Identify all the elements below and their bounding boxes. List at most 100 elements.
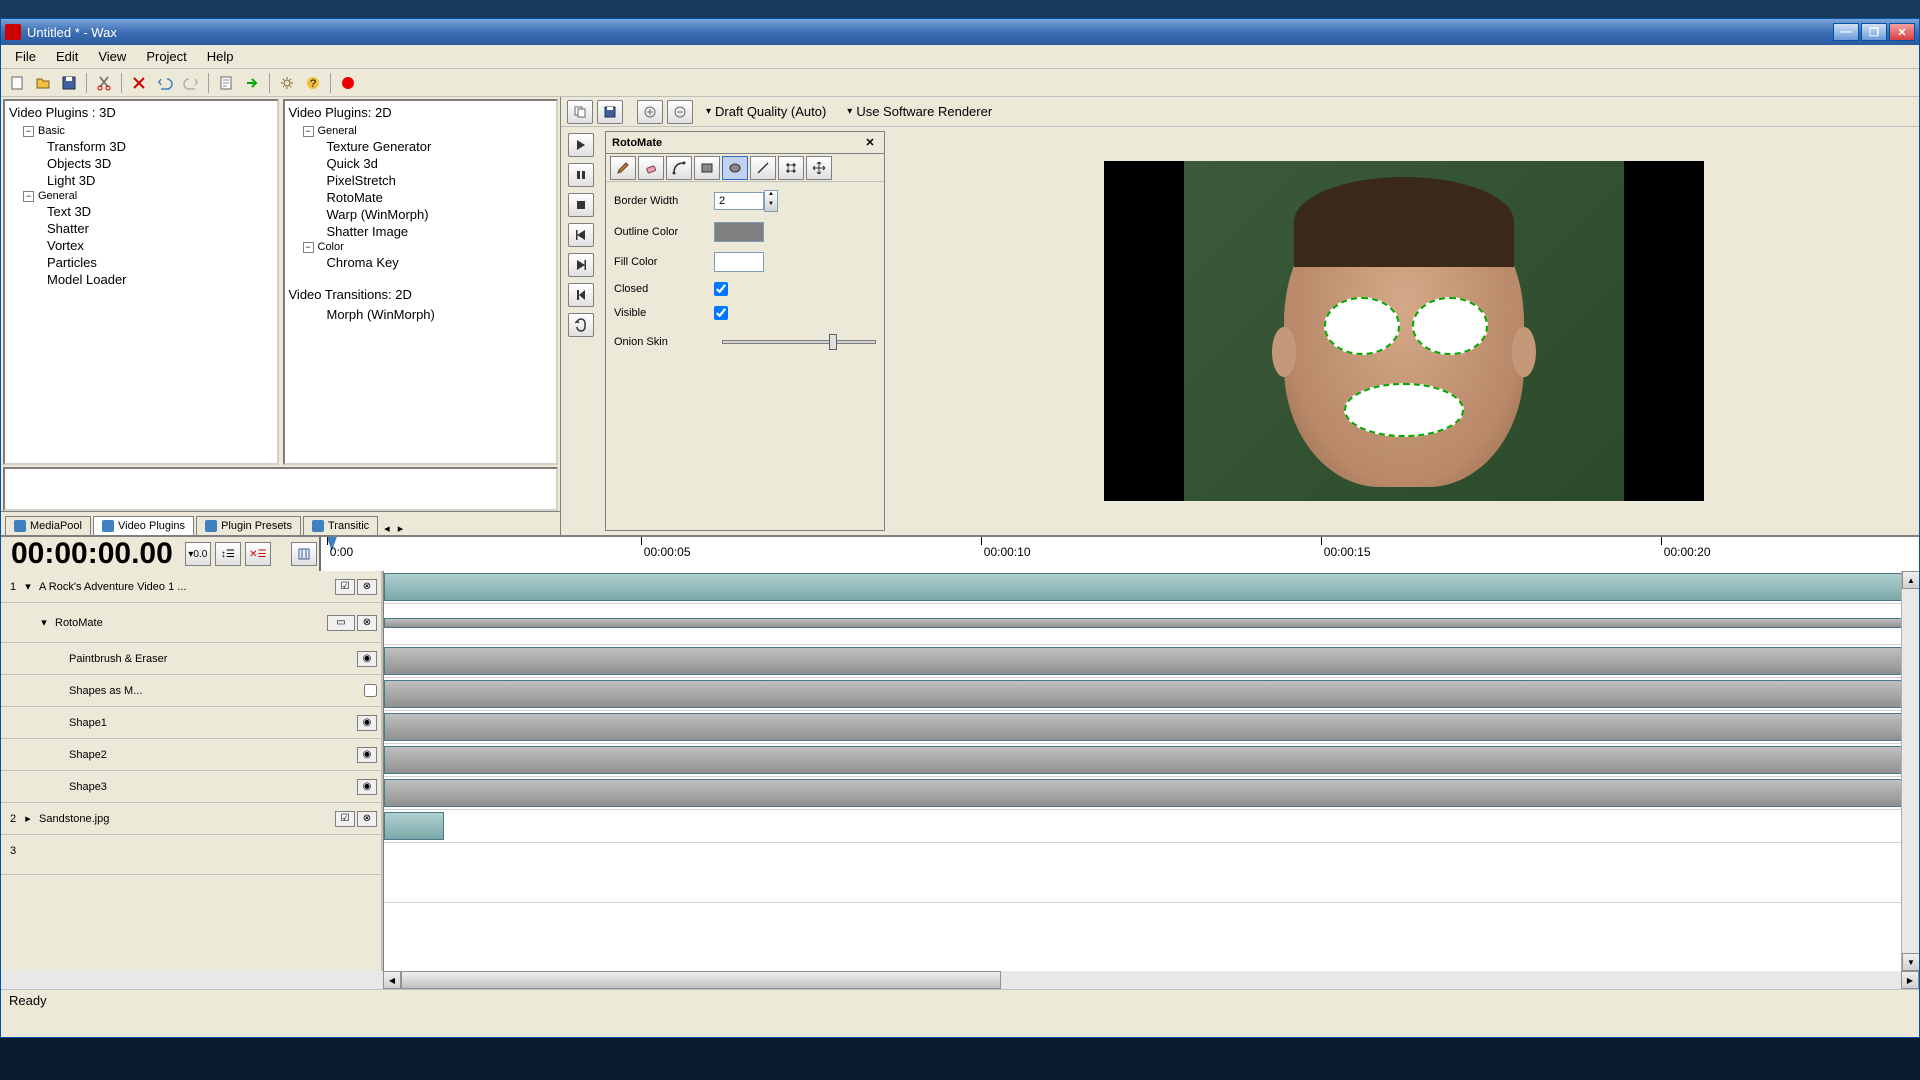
tree-item[interactable]: Objects 3D: [45, 155, 277, 172]
expand-icon[interactable]: ▾: [21, 580, 35, 594]
bezier-tool[interactable]: [666, 156, 692, 180]
timeline-marker-button[interactable]: ↕☰: [215, 542, 241, 566]
border-width-input[interactable]: [714, 192, 764, 210]
sub-clip[interactable]: [384, 713, 1919, 741]
track-delete-button[interactable]: ⊗: [357, 615, 377, 631]
tree-item[interactable]: Quick 3d: [325, 155, 557, 172]
fill-color-swatch[interactable]: [714, 252, 764, 272]
tab-mediapool[interactable]: MediaPool: [5, 516, 91, 535]
eraser-tool[interactable]: [638, 156, 664, 180]
vertical-scrollbar[interactable]: ▲ ▼: [1901, 571, 1919, 971]
sub-clip[interactable]: [384, 647, 1919, 675]
shapes-mask-checkbox[interactable]: [364, 684, 377, 697]
prev-frame-button[interactable]: [568, 223, 594, 247]
roto-shape-eye-right[interactable]: [1412, 297, 1488, 355]
track-keyframe-button[interactable]: ◉: [357, 779, 377, 795]
menu-help[interactable]: Help: [197, 46, 244, 67]
goto-start-button[interactable]: [568, 283, 594, 307]
track-row[interactable]: Paintbrush & Eraser ◉: [1, 643, 381, 675]
delete-button[interactable]: [127, 71, 151, 95]
menu-view[interactable]: View: [88, 46, 136, 67]
cut-button[interactable]: [92, 71, 116, 95]
line-tool[interactable]: [750, 156, 776, 180]
rotomate-close-button[interactable]: ✕: [862, 136, 878, 149]
track-keyframe-button[interactable]: ◉: [357, 651, 377, 667]
settings-button[interactable]: [275, 71, 299, 95]
track-row[interactable]: Shape2 ◉: [1, 739, 381, 771]
track-row[interactable]: Shape3 ◉: [1, 771, 381, 803]
tree-item[interactable]: PixelStretch: [325, 172, 557, 189]
image-clip[interactable]: [384, 812, 444, 840]
render-button[interactable]: [240, 71, 264, 95]
track-edit-button[interactable]: ▭: [327, 615, 355, 631]
tree-item[interactable]: RotoMate: [325, 189, 557, 206]
track-keyframe-button[interactable]: ◉: [357, 747, 377, 763]
track-row[interactable]: ▾ RotoMate ▭ ⊗: [1, 603, 381, 643]
tree-item[interactable]: Shatter: [45, 220, 277, 237]
rect-tool[interactable]: [694, 156, 720, 180]
menu-edit[interactable]: Edit: [46, 46, 88, 67]
menu-file[interactable]: File: [5, 46, 46, 67]
new-button[interactable]: [5, 71, 29, 95]
roto-shape-mouth[interactable]: [1344, 383, 1464, 437]
tracks-content[interactable]: ▲ ▼: [383, 571, 1919, 971]
redo-button[interactable]: [179, 71, 203, 95]
undo-button[interactable]: [153, 71, 177, 95]
tree-item[interactable]: Light 3D: [45, 172, 277, 189]
loop-button[interactable]: [568, 313, 594, 337]
save-button[interactable]: [57, 71, 81, 95]
tab-plugin-presets[interactable]: Plugin Presets: [196, 516, 301, 535]
quality-dropdown[interactable]: Draft Quality (Auto): [697, 101, 834, 122]
open-button[interactable]: [31, 71, 55, 95]
timeline-clear-button[interactable]: ✕☰: [245, 542, 271, 566]
timeline-zoom-button[interactable]: ▾0.0: [185, 542, 211, 566]
tree-item[interactable]: Shatter Image: [325, 223, 557, 240]
track-row[interactable]: Shapes as M...: [1, 675, 381, 707]
horizontal-scrollbar[interactable]: ◀ ▶: [1, 971, 1919, 989]
ellipse-tool[interactable]: [722, 156, 748, 180]
onion-skin-slider[interactable]: [722, 340, 876, 344]
track-row[interactable]: 2 ▸ Sandstone.jpg ☑ ⊗: [1, 803, 381, 835]
move-tool[interactable]: [806, 156, 832, 180]
timeline-snap-button[interactable]: [291, 542, 317, 566]
tree-item[interactable]: Texture Generator: [325, 138, 557, 155]
video-preview[interactable]: [889, 127, 1919, 535]
tree-group-general[interactable]: −General: [21, 189, 277, 203]
expand-icon[interactable]: ▾: [37, 616, 51, 630]
track-keyframe-button[interactable]: ◉: [357, 715, 377, 731]
node-tool[interactable]: [778, 156, 804, 180]
tab-transitions[interactable]: Transitic: [303, 516, 378, 535]
tree-group-color[interactable]: −Color: [301, 240, 557, 254]
help-button[interactable]: ?: [301, 71, 325, 95]
tree-item[interactable]: Model Loader: [45, 271, 277, 288]
tab-video-plugins[interactable]: Video Plugins: [93, 516, 194, 535]
tree-item[interactable]: Warp (WinMorph): [325, 206, 557, 223]
next-frame-button[interactable]: [568, 253, 594, 277]
play-button[interactable]: [568, 133, 594, 157]
track-visible-button[interactable]: ☑: [335, 579, 355, 595]
minimize-button[interactable]: —: [1833, 23, 1859, 41]
zoom-out-button[interactable]: [667, 100, 693, 124]
sub-clip[interactable]: [384, 779, 1919, 807]
scroll-up-button[interactable]: ▲: [1902, 571, 1919, 589]
scroll-right-button[interactable]: ▶: [1901, 971, 1919, 989]
tree-item[interactable]: Morph (WinMorph): [325, 306, 557, 323]
page-button[interactable]: [214, 71, 238, 95]
record-button[interactable]: [336, 71, 360, 95]
tree-group-general2d[interactable]: −General: [301, 124, 557, 138]
border-width-spinner[interactable]: ▲▼: [764, 190, 778, 212]
close-button[interactable]: ✕: [1889, 23, 1915, 41]
tree-item[interactable]: Particles: [45, 254, 277, 271]
stop-button[interactable]: [568, 193, 594, 217]
track-row[interactable]: Shape1 ◉: [1, 707, 381, 739]
preview-copy-button[interactable]: [567, 100, 593, 124]
track-delete-button[interactable]: ⊗: [357, 579, 377, 595]
roto-shape-eye-left[interactable]: [1324, 297, 1400, 355]
pause-button[interactable]: [568, 163, 594, 187]
tree-item[interactable]: Transform 3D: [45, 138, 277, 155]
visible-checkbox[interactable]: [714, 306, 728, 320]
renderer-dropdown[interactable]: Use Software Renderer: [838, 101, 1000, 122]
video-clip[interactable]: [384, 573, 1919, 601]
scroll-left-button[interactable]: ◀: [383, 971, 401, 989]
timeline-ruler[interactable]: 0:00 00:00:05 00:00:10 00:00:15 00:00:20: [319, 537, 1919, 571]
